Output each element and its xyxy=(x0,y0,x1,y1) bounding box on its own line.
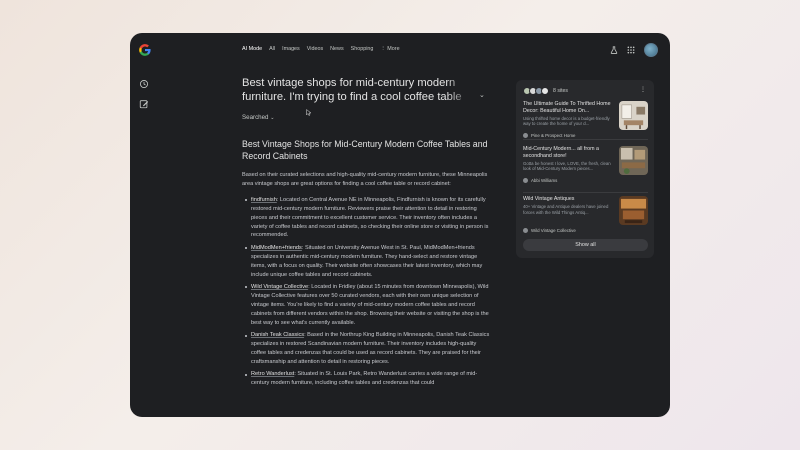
tab-shopping[interactable]: Shopping xyxy=(351,46,374,52)
list-item: Danish Teak Classics: Based in the North… xyxy=(245,331,492,367)
source-site: Abbi Williams xyxy=(523,178,557,183)
source-card[interactable]: Mid-Century Modern... all from a secondh… xyxy=(523,146,648,186)
site-favicon-icon xyxy=(523,133,528,138)
shop-link[interactable]: Wild Vintage Collective xyxy=(251,284,308,290)
divider xyxy=(523,192,648,193)
source-card[interactable]: Wild Vintage Antiques 40+ Vintage and An… xyxy=(523,196,648,236)
list-item: Retro Wanderlust: Situated in St. Louis … xyxy=(245,370,492,388)
shop-description: : Located in Fridley (about 15 minutes f… xyxy=(251,283,489,326)
query-text: Best vintage shops for mid-century moder… xyxy=(242,77,462,105)
source-title: The Ultimate Guide To Thrifted Home Deco… xyxy=(523,101,611,114)
searched-label: Searched xyxy=(242,114,269,121)
expand-query-chevron-icon[interactable]: ⌄ xyxy=(479,91,485,99)
chevron-down-icon: ⌄ xyxy=(270,115,275,121)
shop-list: findfurnish: Located on Central Avenue N… xyxy=(242,196,492,388)
site-favicon-icon xyxy=(523,228,528,233)
google-logo-icon[interactable] xyxy=(138,43,152,57)
sources-panel: 8 sites ⋮ The Ultimate Guide To Thrifted… xyxy=(516,80,654,258)
new-chat-edit-icon[interactable] xyxy=(139,99,149,109)
tab-news[interactable]: News xyxy=(330,46,343,52)
answer-intro: Based on their curated selections and hi… xyxy=(242,172,488,187)
source-thumbnail xyxy=(619,146,648,175)
shop-link[interactable]: MidModMen+friends xyxy=(251,245,302,251)
more-vert-icon[interactable]: ⋮ xyxy=(640,86,646,93)
shop-description: : Located on Central Avenue NE in Minnea… xyxy=(251,196,489,239)
source-title: Wild Vintage Antiques xyxy=(523,196,575,202)
shop-link[interactable]: Danish Teak Classics xyxy=(251,332,304,338)
source-thumbnail xyxy=(619,196,648,225)
tab-all[interactable]: All xyxy=(269,46,275,52)
header-actions xyxy=(610,43,658,57)
source-snippet: 40+ Vintage and Antique dealers have joi… xyxy=(523,203,609,215)
avatar[interactable] xyxy=(644,43,658,57)
list-item: Wild Vintage Collective: Located in Frid… xyxy=(245,283,492,328)
tab-more[interactable]: ⋮ More xyxy=(380,46,399,52)
source-snippet: Gotta be honest I love, LOVE, the fresh,… xyxy=(523,160,611,172)
source-thumbnail xyxy=(619,101,648,130)
sites-count: 8 sites xyxy=(553,88,568,94)
source-title: Mid-Century Modern... all from a secondh… xyxy=(523,146,599,159)
source-site: Pine & Prospect Home xyxy=(523,133,575,138)
sources-header[interactable]: 8 sites xyxy=(523,87,568,95)
history-icon[interactable] xyxy=(139,79,149,89)
source-name: Wild Vintage Collective xyxy=(531,228,576,233)
list-item: MidModMen+friends: Situated on Universit… xyxy=(245,244,492,280)
main-content: Best vintage shops for mid-century moder… xyxy=(242,77,492,391)
search-tabs: AI Mode All Images Videos News Shopping … xyxy=(242,46,407,52)
source-name: Pine & Prospect Home xyxy=(531,133,576,138)
apps-grid-icon[interactable] xyxy=(627,46,635,54)
site-favicon-icon xyxy=(541,87,549,95)
source-site: Wild Vintage Collective xyxy=(523,228,576,233)
mouse-cursor-icon xyxy=(306,109,311,116)
searched-toggle[interactable]: Searched ⌄ xyxy=(242,114,492,121)
tab-videos[interactable]: Videos xyxy=(307,46,323,52)
tab-ai-mode[interactable]: AI Mode xyxy=(242,46,262,52)
tab-images[interactable]: Images xyxy=(282,46,300,52)
left-rail xyxy=(130,69,160,417)
source-card[interactable]: The Ultimate Guide To Thrifted Home Deco… xyxy=(523,101,648,141)
labs-flask-icon[interactable] xyxy=(610,46,618,54)
shop-link[interactable]: findfurnish xyxy=(251,197,277,203)
source-snippet: Using thrifted home decor is a budget-fr… xyxy=(523,115,610,127)
shop-link[interactable]: Retro Wanderlust xyxy=(251,371,294,377)
answer-title: Best Vintage Shops for Mid-Century Moder… xyxy=(242,139,488,161)
app-window: AI Mode All Images Videos News Shopping … xyxy=(130,33,670,417)
site-favicon-icon xyxy=(523,178,528,183)
source-name: Abbi Williams xyxy=(531,178,558,183)
divider xyxy=(523,139,648,140)
list-item: findfurnish: Located on Central Avenue N… xyxy=(245,196,492,241)
show-all-button[interactable]: Show all xyxy=(523,239,648,251)
